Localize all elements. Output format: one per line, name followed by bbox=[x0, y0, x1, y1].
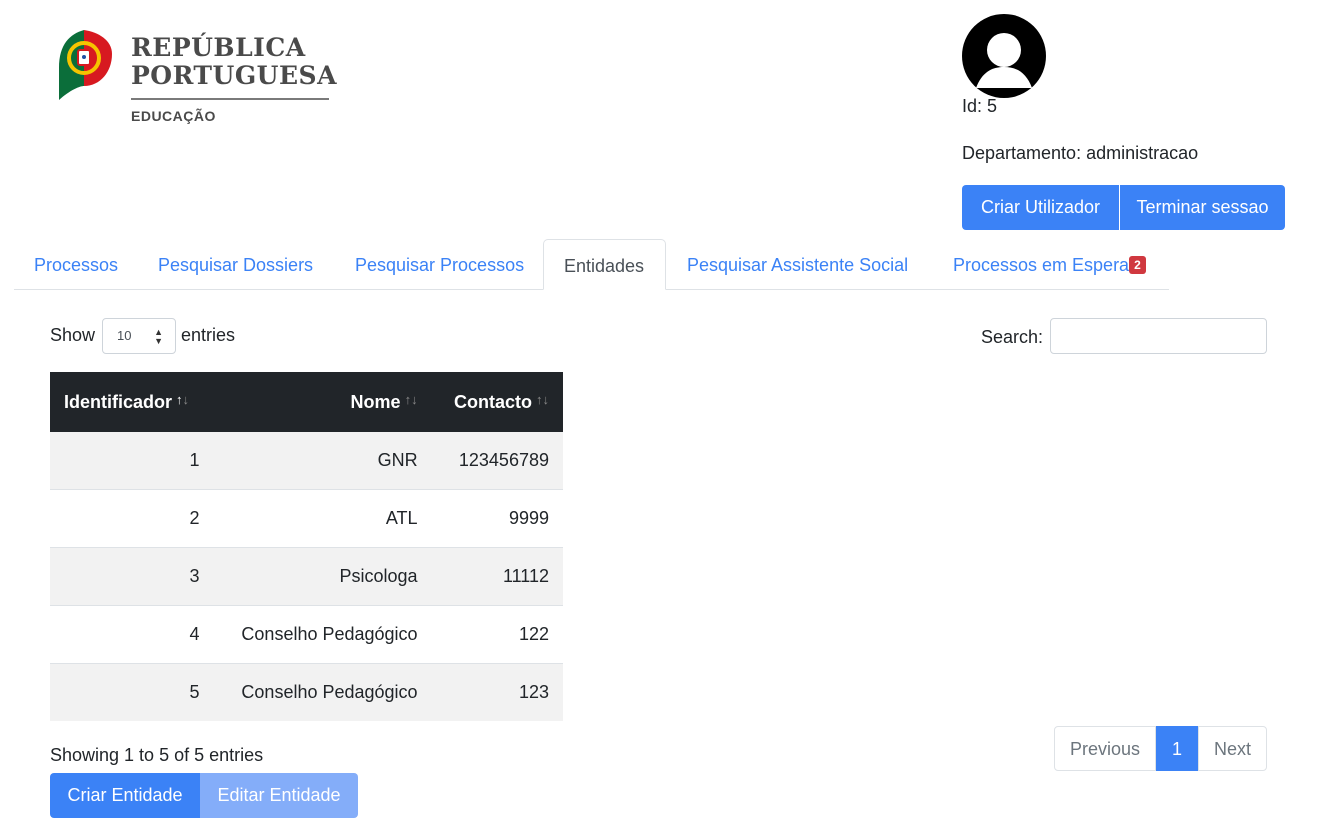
table-info: Showing 1 to 5 of 5 entries bbox=[50, 745, 264, 765]
tab-pesquisar-processos[interactable]: Pesquisar Processos bbox=[335, 239, 544, 289]
cell-nome: Psicologa bbox=[213, 547, 432, 606]
table-row[interactable]: 5 Conselho Pedagógico 123 bbox=[50, 663, 563, 721]
length-suffix-label: entries bbox=[181, 325, 236, 345]
logo-divider bbox=[131, 98, 329, 100]
pagination: Previous 1 Next bbox=[1054, 726, 1268, 771]
cell-contacto: 123 bbox=[431, 663, 563, 721]
tab-label: Entidades bbox=[564, 256, 645, 276]
column-header-identificador[interactable]: Identificador ↑↓ bbox=[50, 372, 214, 432]
user-id: Id: 5 bbox=[962, 96, 998, 116]
cell-identificador: 2 bbox=[50, 489, 214, 548]
cell-nome: Conselho Pedagógico bbox=[213, 605, 432, 664]
table-row[interactable]: 1 GNR 123456789 bbox=[50, 432, 563, 490]
cell-identificador: 5 bbox=[50, 663, 214, 721]
column-label: Identificador bbox=[64, 391, 173, 412]
create-user-button[interactable]: Criar Utilizador bbox=[962, 185, 1119, 230]
create-entity-button[interactable]: Criar Entidade bbox=[50, 773, 200, 818]
tab-label: Pesquisar Processos bbox=[355, 255, 525, 275]
tab-pesquisar-dossiers[interactable]: Pesquisar Dossiers bbox=[138, 239, 333, 289]
cell-identificador: 3 bbox=[50, 547, 214, 606]
cell-identificador: 1 bbox=[50, 432, 214, 490]
republica-portuguesa-logo: REPÚBLICA PORTUGUESA EDUCAÇÃO bbox=[56, 28, 336, 128]
pagination-previous[interactable]: Previous bbox=[1054, 726, 1157, 771]
cell-contacto: 123456789 bbox=[431, 432, 563, 490]
sort-asc-icon: ↑↓ bbox=[176, 391, 190, 407]
table-header-row: Identificador ↑↓ Nome ↑↓ Contacto ↑↓ bbox=[50, 372, 563, 432]
column-header-contacto[interactable]: Contacto ↑↓ bbox=[431, 372, 563, 432]
select-arrows-icon: ▲ ▼ bbox=[154, 327, 163, 346]
cell-contacto: 9999 bbox=[431, 489, 563, 548]
tab-label: Pesquisar Assistente Social bbox=[687, 255, 909, 275]
user-department: Departamento: administracao bbox=[962, 143, 1199, 163]
search-label: Search: bbox=[981, 327, 1044, 347]
length-prefix-label: Show bbox=[50, 325, 96, 345]
cell-contacto: 11112 bbox=[431, 547, 563, 606]
tab-processos-em-espera[interactable]: Processos em Espera 2 bbox=[933, 239, 1166, 289]
sort-icon: ↑↓ bbox=[536, 391, 549, 407]
search-input[interactable] bbox=[1050, 318, 1267, 354]
cell-nome: GNR bbox=[213, 432, 432, 490]
table-row[interactable]: 3 Psicologa 11112 bbox=[50, 547, 563, 606]
coat-of-arms-icon bbox=[59, 30, 112, 100]
cell-contacto: 122 bbox=[431, 605, 563, 664]
logo-line-3: EDUCAÇÃO bbox=[131, 108, 216, 124]
tab-label: Pesquisar Dossiers bbox=[158, 255, 314, 275]
tab-entidades[interactable]: Entidades bbox=[543, 239, 666, 290]
entries-per-page-value: 10 bbox=[117, 328, 132, 343]
tab-label: Processos bbox=[34, 255, 119, 275]
tab-label: Processos em Espera bbox=[953, 255, 1130, 275]
tab-pesquisar-assistente-social[interactable]: Pesquisar Assistente Social bbox=[667, 239, 928, 289]
sort-icon: ↑↓ bbox=[404, 391, 418, 407]
logo-line-2: PORTUGUESA bbox=[131, 61, 337, 90]
column-label: Nome bbox=[350, 391, 401, 412]
pending-count-badge: 2 bbox=[1129, 256, 1146, 274]
entities-table: Identificador ↑↓ Nome ↑↓ Contacto ↑↓ 1 GNR … bbox=[50, 372, 563, 721]
table-row[interactable]: 4 Conselho Pedagógico 122 bbox=[50, 605, 563, 664]
cell-identificador: 4 bbox=[50, 605, 214, 664]
user-avatar-icon[interactable] bbox=[962, 14, 1046, 98]
nav-tabs: Processos Pesquisar Dossiers Pesquisar P… bbox=[14, 239, 1169, 290]
column-header-nome[interactable]: Nome ↑↓ bbox=[213, 372, 432, 432]
pagination-page-1[interactable]: 1 bbox=[1156, 726, 1199, 771]
pagination-next[interactable]: Next bbox=[1198, 726, 1268, 771]
entries-per-page-select[interactable]: 10 ▲ ▼ bbox=[102, 318, 176, 354]
column-label: Contacto bbox=[454, 391, 532, 412]
cell-nome: ATL bbox=[213, 489, 432, 548]
tab-processos[interactable]: Processos bbox=[14, 239, 138, 289]
logo-line-1: REPÚBLICA bbox=[131, 33, 306, 62]
edit-entity-button[interactable]: Editar Entidade bbox=[200, 773, 358, 818]
cell-nome: Conselho Pedagógico bbox=[213, 663, 432, 721]
logout-button[interactable]: Terminar sessao bbox=[1120, 185, 1285, 230]
table-row[interactable]: 2 ATL 9999 bbox=[50, 489, 563, 548]
